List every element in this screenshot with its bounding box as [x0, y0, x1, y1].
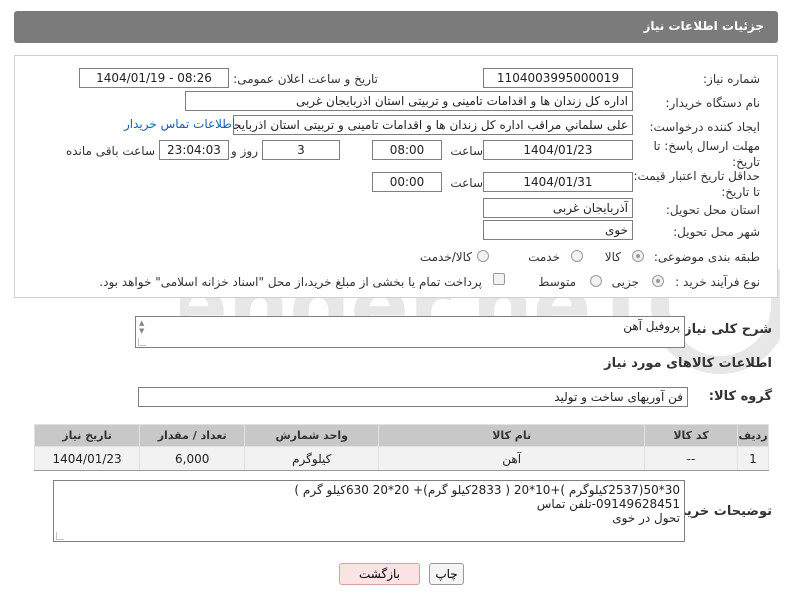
remaining-time-field[interactable]: 23:04:03 — [159, 140, 229, 160]
back-button[interactable]: بازگشت — [339, 563, 420, 585]
reply-time-label: ساعت — [450, 144, 483, 158]
need-number-field[interactable]: 1104003995000019 — [483, 68, 633, 88]
delivery-city-label: شهر محل تحویل: — [673, 225, 760, 239]
table-row[interactable]: 1 -- آهن کیلوگرم 6,000 1404/01/23 — [33, 446, 770, 471]
cell-name: آهن — [378, 446, 646, 471]
col-header-unit: واحد شمارش — [244, 424, 380, 447]
items-table: ردیف کد کالا نام کالا واحد شمارش تعداد /… — [33, 424, 770, 471]
print-button[interactable]: چاپ — [429, 563, 464, 585]
creator-field[interactable]: علی سلماني مراقب اداره کل زندان ها و اقد… — [233, 115, 633, 135]
price-validity-label: حداقل تاریخ اعتبار قیمت: تا تاریخ: — [633, 169, 760, 199]
summary-textarea[interactable]: پروفیل آهن ▲ ▼ — [135, 316, 685, 348]
delivery-city-field[interactable]: خوی — [483, 220, 633, 240]
buyer-org-label: نام دستگاه خریدار: — [665, 96, 761, 110]
category-option-service: خدمت — [528, 250, 560, 264]
col-header-name: نام کالا — [378, 424, 646, 447]
category-label: طبقه بندی موضوعی: — [653, 250, 760, 264]
process-option-partial: جزیی — [611, 275, 639, 289]
category-option-goods: کالا — [604, 250, 621, 264]
resize-grip-icon[interactable] — [56, 532, 64, 540]
table-header-row: ردیف کد کالا نام کالا واحد شمارش تعداد /… — [33, 424, 770, 447]
days-label: روز و — [231, 144, 258, 158]
need-number-label: شماره نیاز: — [703, 72, 760, 86]
reply-deadline-label: مهلت ارسال پاسخ: تا تاریخ: — [653, 139, 760, 169]
buyer-notes-line-3: تحول در خوی — [612, 511, 680, 525]
goods-section-title: اطلاعات کالاهای مورد نیاز — [604, 356, 772, 371]
summary-label: شرح کلی نیاز: — [678, 322, 772, 337]
summary-text: پروفیل آهن — [623, 319, 680, 333]
category-option-both: کالا/خدمت — [419, 250, 472, 264]
col-header-code: کد کالا — [644, 424, 738, 447]
category-radio-both[interactable] — [477, 250, 489, 262]
price-time-label: ساعت — [450, 176, 483, 190]
cell-row-num: 1 — [736, 446, 770, 471]
category-radio-service[interactable] — [571, 250, 583, 262]
delivery-province-field[interactable]: آذربایجان غربی — [483, 198, 633, 218]
days-field[interactable]: 3 — [262, 140, 340, 160]
buyer-contact-link[interactable]: اطلاعات تماس خریدار — [124, 117, 235, 131]
cell-need-date: 1404/01/23 — [33, 446, 141, 471]
reply-date-field[interactable]: 1404/01/23 — [483, 140, 633, 160]
announce-date-field[interactable]: 1404/01/19 - 08:26 — [79, 68, 229, 88]
announce-label: تاریخ و ساعت اعلان عمومی: — [233, 72, 378, 86]
treasury-payment-note: پرداخت تمام یا بخشی از مبلغ خرید،از محل … — [99, 275, 482, 289]
cell-unit: کیلوگرم — [244, 446, 380, 471]
price-date-field[interactable]: 1404/01/31 — [483, 172, 633, 192]
col-header-quantity: تعداد / مقدار — [139, 424, 246, 447]
page-header: جزئیات اطلاعات نیاز — [14, 11, 778, 43]
page-title: جزئیات اطلاعات نیاز — [643, 19, 764, 33]
price-time-field[interactable]: 00:00 — [372, 172, 442, 192]
process-radio-medium[interactable] — [590, 275, 602, 287]
process-option-medium: متوسط — [538, 275, 576, 289]
reply-time-field[interactable]: 08:00 — [372, 140, 442, 160]
resize-grip-icon[interactable] — [138, 338, 146, 346]
col-header-row-num: ردیف — [736, 424, 770, 447]
buyer-org-field[interactable]: اداره کل زندان ها و اقدامات تامینی و ترب… — [185, 91, 633, 111]
buyer-notes-line-2: 09149628451-تلفن تماس — [536, 497, 680, 511]
goods-group-field[interactable]: فن آوریهای ساخت و تولید — [138, 387, 688, 407]
buyer-notes-textarea[interactable]: 30*50(2537کیلوگرم )+10*20 ( 2833کیلو گرم… — [53, 480, 685, 542]
cell-quantity: 6,000 — [139, 446, 246, 471]
delivery-province-label: استان محل تحویل: — [665, 203, 760, 217]
process-radio-partial[interactable] — [652, 275, 664, 287]
cell-code: -- — [644, 446, 738, 471]
col-header-need-date: تاریخ نیاز — [33, 424, 141, 447]
goods-group-label: گروه کالا: — [708, 389, 772, 404]
treasury-payment-checkbox[interactable] — [493, 273, 505, 285]
process-type-label: نوع فرآیند خرید : — [675, 275, 760, 289]
creator-label: ایجاد کننده درخواست: — [649, 120, 760, 134]
scroll-arrows-icon[interactable]: ▲ ▼ — [139, 319, 144, 335]
remaining-time-label: ساعت باقی مانده — [65, 144, 155, 158]
category-radio-goods[interactable] — [632, 250, 644, 262]
buyer-notes-line-1: 30*50(2537کیلوگرم )+10*20 ( 2833کیلو گرم… — [294, 483, 680, 497]
